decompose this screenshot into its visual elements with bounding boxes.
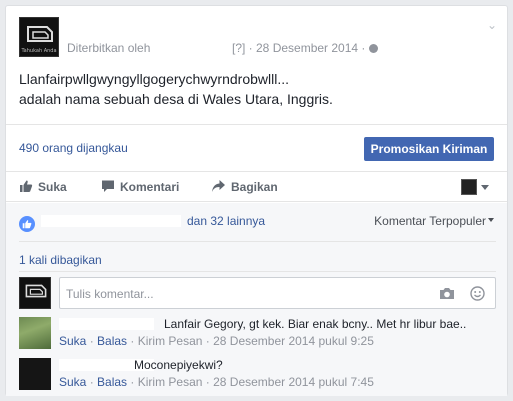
- promote-button[interactable]: Promosikan Kiriman: [364, 137, 494, 161]
- comment-reply-link[interactable]: Balas: [97, 375, 127, 389]
- post-card: ⌄ Tahukah Anda Diterbitkan oleh [?] · 28…: [5, 5, 508, 396]
- divider: [19, 241, 496, 242]
- comments-section: dan 32 lainnya Komentar Terpopuler 1 kal…: [6, 203, 507, 396]
- like-button[interactable]: Suka: [19, 179, 67, 194]
- post-text: Llanfairpwllgwyngyllgogerychwyrndrobwlll…: [19, 69, 489, 109]
- liker-names-redacted: [41, 215, 181, 227]
- share-icon: [212, 180, 225, 192]
- comment-like-link[interactable]: Suka: [59, 334, 86, 348]
- comment-composer: Tulis komentar...: [19, 277, 496, 309]
- share-button[interactable]: Bagikan: [211, 179, 278, 194]
- comment-button[interactable]: Komentari: [101, 179, 179, 194]
- comment-text: Moconepiyekwi?: [134, 358, 223, 372]
- smiley-icon[interactable]: [470, 286, 485, 301]
- composer-avatar: [19, 277, 51, 309]
- globe-icon: [369, 44, 379, 53]
- comment-text: Lanfair Gegory, gt kek. Biar enak bcny..…: [164, 317, 467, 331]
- caret-down-icon: [481, 184, 489, 190]
- like-label: Suka: [38, 180, 67, 194]
- page-logo-icon: [27, 26, 53, 42]
- likes-others: dan 32 lainnya: [187, 214, 266, 228]
- like-bubble-icon: [19, 216, 35, 232]
- post-text-line: Llanfairpwllgwyngyllgogerychwyrndrobwlll…: [19, 71, 290, 87]
- caret-down-icon: [488, 218, 494, 222]
- comment-like-link[interactable]: Suka: [59, 375, 86, 389]
- comment-message-link[interactable]: Kirim Pesan: [138, 375, 203, 389]
- comment-time[interactable]: 28 Desember 2014 pukul 7:45: [213, 375, 374, 389]
- action-bar: Suka Komentari Bagikan: [6, 172, 507, 202]
- published-by: Diterbitkan oleh: [67, 41, 151, 55]
- page-avatar-caption: Tahukah Anda: [21, 48, 57, 54]
- comment-sort-dropdown[interactable]: Komentar Terpopuler: [374, 214, 494, 228]
- like-icon: [20, 180, 33, 192]
- comment-label: Komentari: [120, 180, 180, 194]
- viewer-avatar: [461, 179, 477, 195]
- comment-message-link[interactable]: Kirim Pesan: [138, 334, 203, 348]
- comment-sort-label: Komentar Terpopuler: [374, 214, 486, 228]
- divider: [19, 271, 496, 272]
- reach-link[interactable]: 490 orang dijangkau: [19, 141, 128, 155]
- commenter-avatar[interactable]: [19, 358, 51, 390]
- comment-meta: Suka · Balas · Kirim Pesan · 28 Desember…: [59, 334, 374, 348]
- post-as-selector[interactable]: [461, 179, 489, 195]
- page-logo-icon: [25, 284, 47, 298]
- comment-icon: [102, 180, 114, 192]
- comment-item: Lanfair Gegory, gt kek. Biar enak bcny..…: [19, 317, 496, 351]
- comment-reply-link[interactable]: Balas: [97, 334, 127, 348]
- comment-time[interactable]: 28 Desember 2014 pukul 9:25: [213, 334, 374, 348]
- comment-input[interactable]: Tulis komentar...: [59, 277, 496, 309]
- post-meta: [?] · 28 Desember 2014 ·: [232, 41, 379, 55]
- likes-summary[interactable]: dan 32 lainnya: [19, 214, 265, 232]
- post-date[interactable]: [?] · 28 Desember 2014 ·: [232, 41, 365, 55]
- comment-item: Moconepiyekwi? Suka · Balas · Kirim Pesa…: [19, 358, 496, 392]
- insights-row: 490 orang dijangkau Promosikan Kiriman: [6, 124, 507, 172]
- comment-placeholder: Tulis komentar...: [66, 287, 154, 301]
- shares-link[interactable]: 1 kali dibagikan: [19, 253, 102, 267]
- share-label: Bagikan: [231, 180, 278, 194]
- page-avatar[interactable]: Tahukah Anda: [19, 17, 59, 57]
- commenter-avatar[interactable]: [19, 317, 51, 349]
- camera-icon[interactable]: [439, 287, 455, 300]
- post-text-line: adalah nama sebuah desa di Wales Utara, …: [19, 91, 333, 107]
- comment-meta: Suka · Balas · Kirim Pesan · 28 Desember…: [59, 375, 374, 389]
- commenter-name-redacted[interactable]: [59, 318, 154, 330]
- post-header: Tahukah Anda Diterbitkan oleh [?] · 28 D…: [19, 17, 489, 57]
